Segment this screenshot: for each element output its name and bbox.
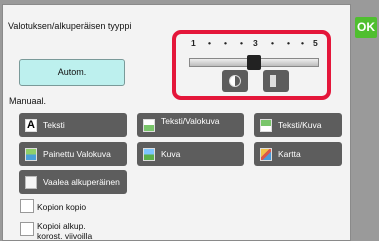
scale-mark: • bbox=[271, 38, 274, 48]
ok-button[interactable]: OK bbox=[355, 17, 377, 38]
mode-button-label: Painettu Valokuva bbox=[43, 149, 111, 159]
kopion-kopio-label: Kopion kopio bbox=[37, 202, 87, 212]
exposure-slider-thumb[interactable] bbox=[247, 55, 261, 70]
mode-button-label: Teksti/Valokuva bbox=[161, 116, 220, 126]
kopioi-alkup-label: Kopioi alkup. korost. viivoilla bbox=[37, 221, 92, 241]
text-photo-icon bbox=[143, 118, 155, 132]
mode-button-painettu-valokuva[interactable]: Painettu Valokuva bbox=[19, 142, 127, 166]
mode-button-label: Teksti/Kuva bbox=[278, 120, 322, 130]
darker-button[interactable] bbox=[263, 70, 289, 92]
mode-button-teksti[interactable]: Teksti bbox=[19, 113, 127, 137]
exposure-scale: 1 • • • 3 • • • 5 bbox=[191, 38, 319, 52]
kopioi-alkup-checkbox[interactable] bbox=[20, 222, 34, 236]
mode-button-label: Kartta bbox=[278, 149, 301, 159]
scale-mark: • bbox=[287, 38, 290, 48]
darker-icon bbox=[270, 75, 282, 87]
kopion-kopio-checkbox[interactable] bbox=[20, 199, 34, 213]
mode-button-label: Teksti bbox=[43, 120, 65, 130]
kopioi-alkup-line1: Kopioi alkup. bbox=[37, 221, 86, 231]
mode-button-teksti-valokuva[interactable]: Teksti/Valokuva bbox=[137, 113, 244, 137]
lighter-button[interactable] bbox=[222, 70, 248, 92]
mode-button-label: Kuva bbox=[161, 149, 181, 159]
mode-button-teksti-kuva[interactable]: Teksti/Kuva bbox=[254, 113, 342, 137]
mode-button-kuva[interactable]: Kuva bbox=[137, 142, 244, 166]
scale-mark: 3 bbox=[253, 38, 258, 48]
scale-mark: • bbox=[240, 38, 243, 48]
kopioi-alkup-line2: korost. viivoilla bbox=[37, 231, 93, 241]
mode-button-vaalea[interactable]: Vaalea alkuperäinen bbox=[19, 170, 127, 194]
scale-mark: • bbox=[224, 38, 227, 48]
printed-photo-icon bbox=[25, 147, 37, 161]
scale-mark: • bbox=[301, 38, 304, 48]
scale-mark: • bbox=[208, 38, 211, 48]
mode-button-label: Vaalea alkuperäinen bbox=[43, 177, 120, 187]
text-image-icon bbox=[260, 118, 272, 132]
auto-button[interactable]: Autom. bbox=[19, 59, 125, 86]
light-original-icon bbox=[25, 175, 37, 189]
panel-title: Valotuksen/alkuperäisen tyyppi bbox=[8, 21, 132, 31]
scale-mark: 1 bbox=[191, 38, 196, 48]
lighter-icon bbox=[229, 75, 241, 87]
map-icon bbox=[260, 147, 272, 161]
text-icon bbox=[25, 118, 37, 132]
mode-button-kartta[interactable]: Kartta bbox=[254, 142, 342, 166]
manual-label: Manuaal. bbox=[9, 96, 47, 106]
scale-mark: 5 bbox=[313, 38, 318, 48]
photo-icon bbox=[143, 147, 155, 161]
